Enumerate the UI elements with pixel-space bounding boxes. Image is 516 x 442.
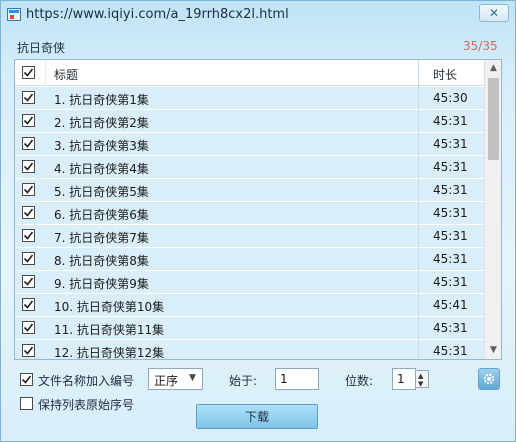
chevron-up-icon[interactable]: ▲ — [485, 60, 501, 77]
row-checkbox[interactable] — [22, 91, 35, 104]
digits-input[interactable] — [392, 368, 416, 390]
list-item[interactable]: 2. 抗日奇侠第2集 45:31 — [15, 110, 484, 133]
episode-title: 1. 抗日奇侠第1集 — [54, 93, 149, 107]
episode-duration: 45:31 — [433, 137, 468, 151]
episode-duration: 45:31 — [433, 252, 468, 266]
list-item[interactable]: 7. 抗日奇侠第7集 45:31 — [15, 225, 484, 248]
episode-title: 9. 抗日奇侠第9集 — [54, 277, 149, 291]
app-icon — [7, 8, 21, 21]
download-button[interactable]: 下载 — [196, 404, 318, 429]
episode-duration: 45:30 — [433, 91, 468, 105]
episode-title: 5. 抗日奇侠第5集 — [54, 185, 149, 199]
vertical-scrollbar[interactable]: ▲ ▼ — [484, 60, 501, 359]
list-item[interactable]: 11. 抗日奇侠第11集 45:31 — [15, 317, 484, 340]
episode-title: 2. 抗日奇侠第2集 — [54, 116, 149, 130]
column-header-duration[interactable]: 时长 — [433, 66, 457, 83]
episode-duration: 45:31 — [433, 344, 468, 358]
close-button[interactable]: ✕ — [479, 4, 509, 22]
close-icon: ✕ — [488, 6, 500, 20]
episode-duration: 45:31 — [433, 275, 468, 289]
row-checkbox[interactable] — [22, 137, 35, 150]
episode-duration: 45:31 — [433, 321, 468, 335]
stepper-down-icon[interactable]: ▼ — [418, 380, 423, 388]
list-item[interactable]: 9. 抗日奇侠第9集 45:31 — [15, 271, 484, 294]
row-checkbox[interactable] — [22, 183, 35, 196]
select-all-checkbox[interactable] — [22, 66, 35, 79]
episode-duration: 45:31 — [433, 229, 468, 243]
episode-title: 11. 抗日奇侠第11集 — [54, 323, 165, 337]
list-item[interactable]: 5. 抗日奇侠第5集 45:31 — [15, 179, 484, 202]
chevron-down-icon: ▼ — [189, 373, 196, 383]
episode-title: 10. 抗日奇侠第10集 — [54, 300, 165, 314]
episode-duration: 45:31 — [433, 206, 468, 220]
digits-stepper[interactable]: ▲ ▼ — [415, 370, 429, 388]
list-name: 抗日奇侠 — [17, 41, 66, 55]
start-input[interactable] — [275, 368, 319, 390]
scrollbar-thumb[interactable] — [488, 78, 499, 160]
row-checkbox[interactable] — [22, 252, 35, 265]
list-item[interactable]: 3. 抗日奇侠第3集 45:31 — [15, 133, 484, 156]
order-select[interactable]: 正序 ▼ — [148, 368, 203, 390]
list-header: 标题 时长 — [15, 60, 484, 86]
window-title: https://www.iqiyi.com/a_19rrh8cx2l.html — [26, 7, 289, 22]
row-checkbox[interactable] — [22, 275, 35, 288]
settings-button[interactable] — [478, 368, 500, 390]
episode-duration: 45:31 — [433, 160, 468, 174]
list-item[interactable]: 8. 抗日奇侠第8集 45:31 — [15, 248, 484, 271]
title-bar: https://www.iqiyi.com/a_19rrh8cx2l.html … — [1, 1, 515, 29]
header-divider — [45, 60, 46, 86]
row-checkbox[interactable] — [22, 321, 35, 334]
order-select-value: 正序 — [154, 374, 179, 388]
episode-title: 6. 抗日奇侠第6集 — [54, 208, 149, 222]
episode-title: 8. 抗日奇侠第8集 — [54, 254, 149, 268]
row-checkbox[interactable] — [22, 160, 35, 173]
list-item[interactable]: 1. 抗日奇侠第1集 45:30 — [15, 87, 484, 110]
episode-duration: 45:31 — [433, 183, 468, 197]
selection-count: 35/35 — [463, 39, 498, 53]
list-item[interactable]: 4. 抗日奇侠第4集 45:31 — [15, 156, 484, 179]
chevron-down-icon[interactable]: ▼ — [485, 342, 501, 359]
episode-title: 4. 抗日奇侠第4集 — [54, 162, 149, 176]
download-dialog: https://www.iqiyi.com/a_19rrh8cx2l.html … — [0, 0, 516, 442]
episode-title: 3. 抗日奇侠第3集 — [54, 139, 149, 153]
keep-order-checkbox[interactable] — [20, 397, 33, 410]
stepper-up-icon[interactable]: ▲ — [418, 372, 423, 380]
row-checkbox[interactable] — [22, 206, 35, 219]
episode-list: 标题 时长 1. 抗日奇侠第1集 45:30 2. 抗日奇侠第2集 45:31 3. 抗… — [14, 59, 502, 360]
episode-title: 7. 抗日奇侠第7集 — [54, 231, 149, 245]
row-checkbox[interactable] — [22, 344, 35, 357]
row-checkbox[interactable] — [22, 229, 35, 242]
episode-title: 12. 抗日奇侠第12集 — [54, 346, 165, 360]
episode-duration: 45:31 — [433, 114, 468, 128]
add-number-label[interactable]: 文件名称加入编号 — [38, 372, 134, 389]
add-number-checkbox[interactable] — [20, 373, 33, 386]
keep-order-label[interactable]: 保持列表原始序号 — [38, 396, 134, 413]
column-divider — [418, 60, 419, 359]
digits-label: 位数: — [345, 374, 374, 388]
list-item[interactable]: 6. 抗日奇侠第6集 45:31 — [15, 202, 484, 225]
list-item[interactable]: 12. 抗日奇侠第12集 45:31 — [15, 340, 484, 360]
episode-duration: 45:41 — [433, 298, 468, 312]
list-item[interactable]: 10. 抗日奇侠第10集 45:41 — [15, 294, 484, 317]
row-checkbox[interactable] — [22, 298, 35, 311]
start-label: 始于: — [229, 374, 258, 388]
row-checkbox[interactable] — [22, 114, 35, 127]
gear-icon — [483, 373, 495, 385]
column-header-title[interactable]: 标题 — [54, 66, 78, 83]
